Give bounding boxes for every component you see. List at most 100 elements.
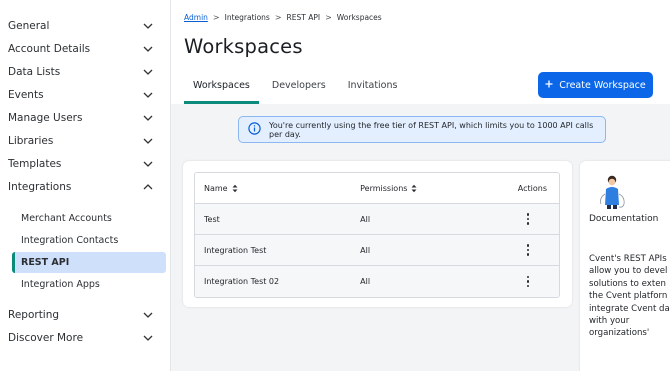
tab-workspaces[interactable]: Workspaces bbox=[184, 80, 259, 104]
sidebar-item-libraries[interactable]: Libraries bbox=[0, 130, 170, 152]
sidebar: General Account Details Data Lists Event… bbox=[0, 0, 171, 371]
table-row[interactable]: Test All bbox=[195, 204, 559, 235]
create-workspace-button[interactable]: Create Workspace bbox=[538, 72, 653, 98]
cell-name: Integration Test 02 bbox=[204, 277, 280, 286]
column-header-actions: Actions bbox=[496, 184, 559, 193]
documentation-text: Cvent's REST APIs allow you to devel sol… bbox=[589, 253, 670, 340]
chevron-right-icon: > bbox=[325, 13, 332, 22]
chevron-down-icon bbox=[142, 158, 154, 170]
chevron-right-icon: > bbox=[274, 13, 282, 22]
sidebar-item-label: Data Lists bbox=[8, 66, 61, 78]
tab-label: Invitations bbox=[347, 80, 398, 91]
sidebar-item-label: Events bbox=[8, 89, 44, 101]
sidebar-item-label: Account Details bbox=[8, 43, 91, 55]
chevron-down-icon bbox=[142, 20, 154, 32]
documentation-title: Documentation bbox=[589, 214, 659, 224]
documentation-line: with your bbox=[589, 316, 630, 327]
column-header-label: Permissions bbox=[360, 183, 408, 193]
sidebar-item-label: Templates bbox=[8, 158, 62, 170]
workspaces-table: Name Permissions Actions Test All Integr… bbox=[194, 172, 560, 298]
chevron-up-icon bbox=[142, 181, 154, 193]
info-icon bbox=[248, 122, 261, 137]
info-banner: You're currently using the free tier of … bbox=[238, 116, 606, 143]
sidebar-subitem-rest-api[interactable]: REST API bbox=[12, 252, 166, 273]
chevron-down-icon bbox=[142, 66, 154, 78]
cell-permissions: All bbox=[360, 277, 371, 286]
chevron-right-icon: > bbox=[212, 13, 220, 22]
column-header-name[interactable]: Name bbox=[195, 184, 351, 193]
sidebar-item-label: Integrations bbox=[8, 181, 72, 193]
cell-name: Test bbox=[204, 214, 220, 224]
sidebar-subitem-label: Merchant Accounts bbox=[21, 213, 112, 224]
tab-invitations[interactable]: Invitations bbox=[339, 80, 407, 104]
sidebar-item-label: General bbox=[8, 20, 50, 32]
more-options-icon[interactable] bbox=[523, 274, 533, 289]
chevron-down-icon bbox=[142, 112, 154, 124]
sidebar-item-integrations[interactable]: Integrations bbox=[0, 176, 170, 198]
cell-actions bbox=[496, 242, 559, 257]
more-options-icon[interactable] bbox=[523, 211, 533, 226]
workspaces-table-card: Name Permissions Actions Test All Integr… bbox=[183, 161, 572, 307]
cell-actions bbox=[496, 274, 559, 289]
sort-icon[interactable] bbox=[232, 184, 238, 193]
banner-text: You're currently using the free tier of … bbox=[269, 120, 594, 139]
sidebar-subitem-integration-contacts[interactable]: Integration Contacts bbox=[12, 230, 166, 251]
table-row[interactable]: Integration Test 02 All bbox=[195, 266, 559, 297]
breadcrumb-item[interactable]: Integrations bbox=[225, 13, 270, 22]
chevron-down-icon bbox=[142, 332, 154, 344]
chevron-down-icon bbox=[142, 89, 154, 101]
sidebar-item-data-lists[interactable]: Data Lists bbox=[0, 61, 170, 83]
cell-actions bbox=[496, 211, 559, 226]
sidebar-item-account-details[interactable]: Account Details bbox=[0, 38, 170, 60]
chevron-down-icon bbox=[142, 135, 154, 147]
chevron-down-icon bbox=[142, 309, 154, 321]
main-content: Admin > Integrations > REST API > Worksp… bbox=[171, 0, 670, 371]
cell-name: Integration Test bbox=[204, 245, 267, 255]
page-header: Admin > Integrations > REST API > Worksp… bbox=[171, 0, 670, 104]
tab-developers[interactable]: Developers bbox=[263, 80, 335, 104]
documentation-line: the Cvent platforn bbox=[589, 291, 668, 302]
sidebar-item-manage-users[interactable]: Manage Users bbox=[0, 107, 170, 129]
breadcrumb-current: Workspaces bbox=[336, 13, 382, 22]
sidebar-item-reporting[interactable]: Reporting bbox=[0, 304, 170, 326]
sidebar-subitem-merchant-accounts[interactable]: Merchant Accounts bbox=[12, 208, 166, 229]
sidebar-item-general[interactable]: General bbox=[0, 15, 170, 37]
breadcrumb: Admin > Integrations > REST API > Worksp… bbox=[184, 13, 382, 22]
sidebar-item-discover-more[interactable]: Discover More bbox=[0, 327, 170, 349]
sidebar-item-templates[interactable]: Templates bbox=[0, 153, 170, 175]
create-workspace-label: Create Workspace bbox=[559, 79, 646, 91]
column-header-permissions[interactable]: Permissions bbox=[351, 184, 496, 193]
sidebar-item-label: Reporting bbox=[8, 309, 60, 321]
sort-icon[interactable] bbox=[411, 184, 417, 193]
documentation-line: organizations' bbox=[589, 328, 650, 339]
developer-illustration bbox=[594, 174, 630, 214]
table-header: Name Permissions Actions bbox=[195, 173, 559, 204]
documentation-card: Documentation Cvent's REST APIs allow yo… bbox=[580, 161, 670, 371]
page-title: Workspaces bbox=[184, 35, 303, 58]
documentation-line: allow you to devel bbox=[589, 266, 668, 277]
sidebar-item-label: Libraries bbox=[8, 135, 54, 147]
sidebar-subitem-integration-apps[interactable]: Integration Apps bbox=[12, 274, 166, 295]
sidebar-subitem-label: Integration Apps bbox=[21, 279, 100, 290]
tab-label: Developers bbox=[271, 80, 326, 91]
tab-bar: Workspaces Developers Invitations bbox=[184, 80, 410, 104]
sidebar-item-label: Manage Users bbox=[8, 112, 83, 124]
breadcrumb-link-admin[interactable]: Admin bbox=[184, 13, 208, 22]
documentation-line: solutions to exten bbox=[589, 278, 666, 289]
tab-label: Workspaces bbox=[193, 80, 250, 91]
breadcrumb-item[interactable]: REST API bbox=[287, 13, 321, 22]
documentation-line: integrate Cvent da bbox=[589, 303, 670, 314]
documentation-line: Cvent's REST APIs bbox=[589, 254, 667, 264]
sidebar-subitem-label: Integration Contacts bbox=[21, 235, 119, 246]
sidebar-item-events[interactable]: Events bbox=[0, 84, 170, 106]
chevron-down-icon bbox=[142, 43, 154, 55]
cell-permissions: All bbox=[360, 245, 371, 255]
cell-permissions: All bbox=[360, 214, 371, 224]
more-options-icon[interactable] bbox=[523, 242, 533, 257]
plus-icon bbox=[545, 80, 553, 91]
column-header-label: Actions bbox=[517, 183, 548, 193]
sidebar-item-label: Discover More bbox=[8, 332, 84, 344]
column-header-label: Name bbox=[204, 183, 228, 193]
table-row[interactable]: Integration Test All bbox=[195, 235, 559, 266]
sidebar-subitem-label: REST API bbox=[21, 257, 70, 268]
